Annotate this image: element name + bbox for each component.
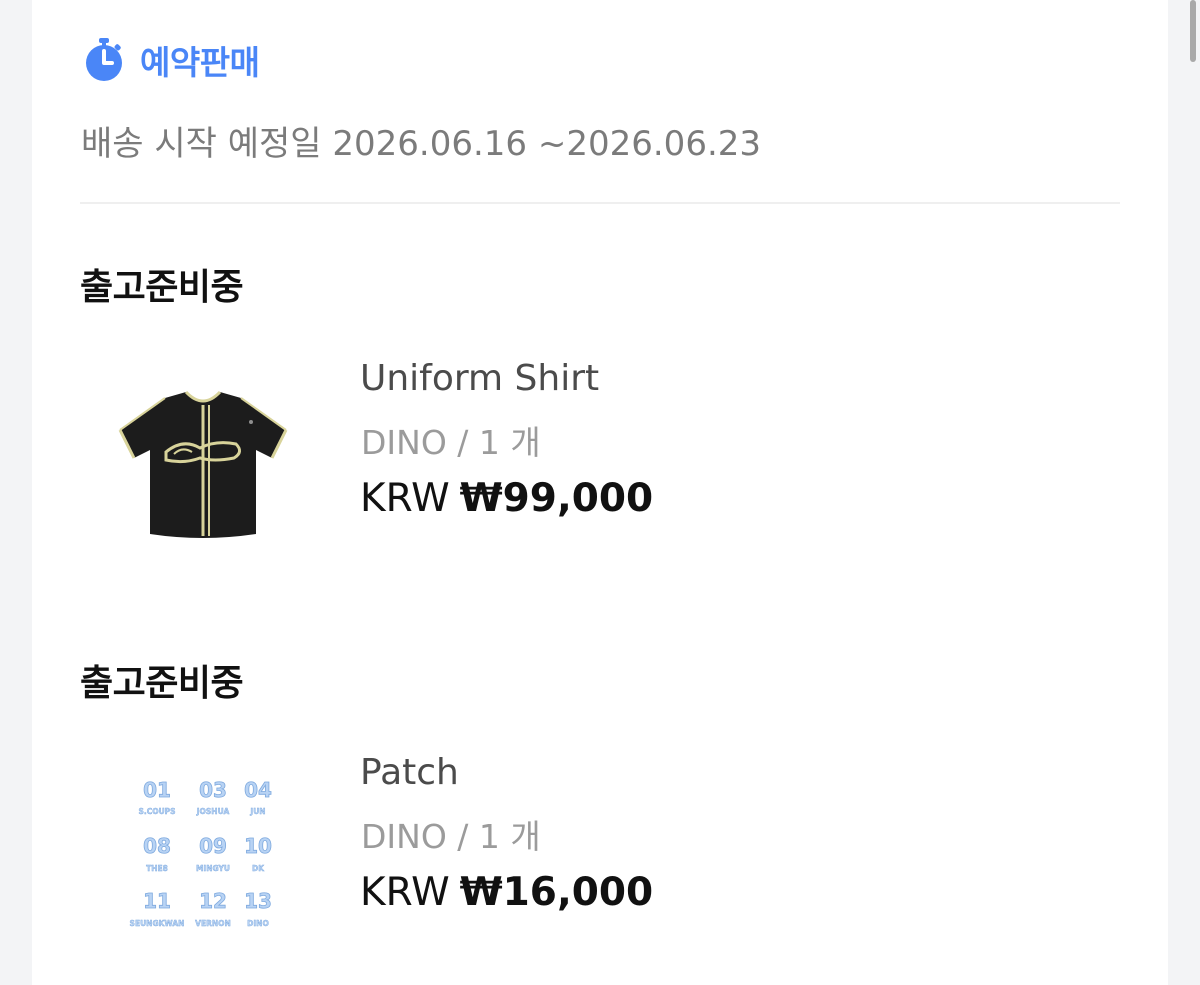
patch-name: JOSHUA — [196, 807, 230, 816]
divider — [80, 202, 1120, 204]
patch-number: 10 — [244, 834, 272, 858]
patch-number: 13 — [244, 889, 272, 913]
patch-name: MINGYU — [196, 864, 230, 873]
patch-number: 08 — [143, 834, 171, 858]
price-currency: KRW — [360, 476, 450, 521]
item-name[interactable]: Patch — [360, 752, 459, 793]
order-status: 출고준비중 — [80, 663, 244, 704]
patch-name: VERNON — [195, 919, 231, 928]
patch-number: 11 — [143, 889, 171, 913]
item-name[interactable]: Uniform Shirt — [360, 358, 599, 399]
stopwatch-icon — [86, 38, 122, 81]
order-card: 예약판매 배송 시작 예정일 2026.06.16 ~2026.06.23 출고… — [32, 0, 1168, 985]
item-price: KRW ₩99,000 — [360, 476, 653, 521]
shipping-start-date: 배송 시작 예정일 2026.06.16 ~2026.06.23 — [81, 124, 762, 164]
patch-number: 04 — [244, 778, 272, 802]
preorder-header: 예약판매 — [82, 36, 260, 84]
scrollbar[interactable] — [1190, 0, 1196, 62]
patch-name: DK — [252, 864, 265, 873]
item-option: DINO / 1 개 — [361, 423, 541, 462]
price-amount: ₩16,000 — [459, 870, 654, 915]
price-currency: KRW — [360, 870, 450, 915]
patch-name: S.COUPS — [138, 807, 175, 816]
order-status: 출고준비중 — [80, 267, 244, 308]
price-amount: ₩99,000 — [459, 476, 654, 521]
patch-name: DINO — [247, 919, 269, 928]
preorder-title: 예약판매 — [140, 43, 260, 82]
uniform-shirt-image[interactable] — [108, 370, 298, 550]
patch-number: 09 — [199, 834, 227, 858]
patch-number: 03 — [199, 778, 227, 802]
patch-name: THE8 — [146, 864, 168, 873]
patch-name: JUN — [249, 807, 265, 816]
patch-image[interactable]: 01 03 04 08 09 10 11 12 13 S.COUPS JOSHU… — [108, 770, 298, 950]
patch-name: SEUNGKWAN — [130, 919, 185, 928]
item-price: KRW ₩16,000 — [360, 870, 653, 915]
item-option: DINO / 1 개 — [361, 817, 541, 856]
patch-number: 12 — [199, 889, 227, 913]
patch-number: 01 — [143, 778, 171, 802]
